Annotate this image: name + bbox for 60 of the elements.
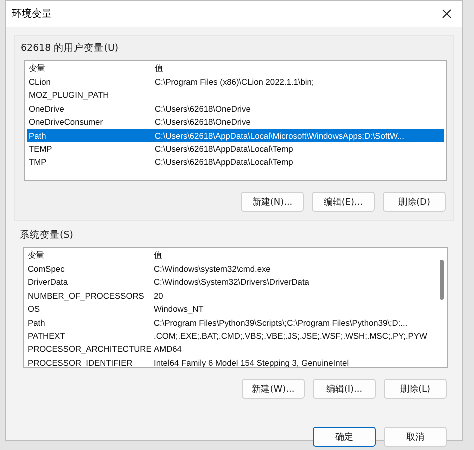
variable-row[interactable]: TMP C:\Users\62618\AppData\Local\Temp [27,156,444,170]
variable-row[interactable]: PROCESSOR_ARCHITECTURE AMD64 [26,342,435,356]
column-header: 值 [153,250,164,262]
variable-name: TMP [28,157,48,168]
cancel-button[interactable]: 取消 [384,427,447,447]
variable-name: CLion [28,77,52,88]
variable-row[interactable]: OneDriveConsumer C:\Users\62618\OneDrive [27,116,444,129]
variable-value: C:\Program Files (x86)\CLion 2022.1.1\bin; [154,77,316,88]
variable-value: AMD64 [153,344,183,354]
variable-list[interactable] [24,60,447,181]
variable-row[interactable]: OneDrive C:\Users\62618\OneDrive [27,102,444,116]
variable-name: PATHEXT [27,331,66,342]
variable-value: C:\Windows\system32\cmd.exe [153,264,272,274]
variable-name: OneDriveConsumer [28,117,104,128]
variable-row[interactable]: Path C:\Program Files\Python39\Scripts\;C:\Program Files\Python39\;D:... [26,316,435,330]
section-label: 62618 的用户变量(U) [20,42,120,55]
variable-value: C:\Users\62618\OneDrive [154,104,252,114]
variable-row[interactable]: NUMBER_OF_PROCESSORS 20 [26,289,435,303]
variable-row[interactable]: PATHEXT .COM;.EXE;.BAT;.CMD;.VBS;.VBE;.JS;.JSE;.WSF;.WSH;.MSC;.PY;.PYW [26,329,435,343]
variable-name: MOZ_PLUGIN_PATH [28,90,110,100]
variable-name: PROCESSOR_ARCHITECTURE [27,344,152,354]
variable-value: C:\Users\62618\AppData\Local\Microsoft\WindowsApps;D:\SoftW... [154,130,406,141]
column-header: 变量 [27,250,45,262]
action-button[interactable]: 编辑(E)... [312,192,375,212]
variable-value: C:\Program Files\Python39\Scripts\;C:\Program Files\Python39\;D:... [153,318,409,328]
variable-value: C:\Users\62618\OneDrive [154,117,252,128]
variable-name: ComSpec [27,264,66,274]
action-button[interactable]: 编辑(I)... [313,379,376,399]
column-header: 值 [154,63,164,74]
variable-name: NUMBER_OF_PROCESSORS [27,290,146,301]
variable-row[interactable]: DriverData C:\Windows\System32\Drivers\DriverData [26,276,435,290]
scrollbar-thumb[interactable] [440,260,444,300]
variable-row[interactable]: Path C:\Users\62618\AppData\Local\Microsoft\WindowsApps;D:\SoftW... [27,128,444,142]
variable-name: OneDrive [28,104,66,114]
variable-row[interactable]: CLion C:\Program Files (x86)\CLion 2022.1.1\bin; [27,75,444,89]
close-icon [442,9,452,19]
variable-value: C:\Users\62618\AppData\Local\Temp [154,157,294,168]
variable-row[interactable]: OS Windows_NT [26,302,435,316]
column-header: 变量 [28,63,46,74]
variable-name: Path [27,318,46,328]
variable-name: Path [28,130,48,141]
ok-button[interactable]: 确定 [313,427,376,447]
action-button[interactable]: 新建(W)... [242,379,305,399]
variable-name: TEMP [28,144,54,154]
variable-row[interactable]: ComSpec C:\Windows\system32\cmd.exe [26,262,435,276]
variable-value: C:\Windows\System32\Drivers\DriverData [153,277,310,288]
variable-value: Windows_NT [153,304,205,314]
variable-value: 20 [153,290,164,301]
window-title: 环境变量 [12,8,52,21]
variable-row[interactable]: TEMP C:\Users\62618\AppData\Local\Temp [27,142,444,156]
action-button[interactable]: 删除(D) [383,192,446,212]
variable-value: C:\Users\62618\AppData\Local\Temp [154,144,294,154]
action-button[interactable]: 删除(L) [384,379,447,399]
variable-list[interactable] [23,247,448,368]
variable-name: OS [27,304,42,314]
variable-name: DriverData [27,277,70,288]
variable-row[interactable]: MOZ_PLUGIN_PATH [27,88,444,102]
variable-value: .COM;.EXE;.BAT;.CMD;.VBS;.VBE;.JS;.JSE;.WSF;.WSH;.MSC;.PY;.PYW [153,331,428,342]
section-label: 系统变量(S) [19,229,74,242]
action-button[interactable]: 新建(N)... [241,192,304,212]
